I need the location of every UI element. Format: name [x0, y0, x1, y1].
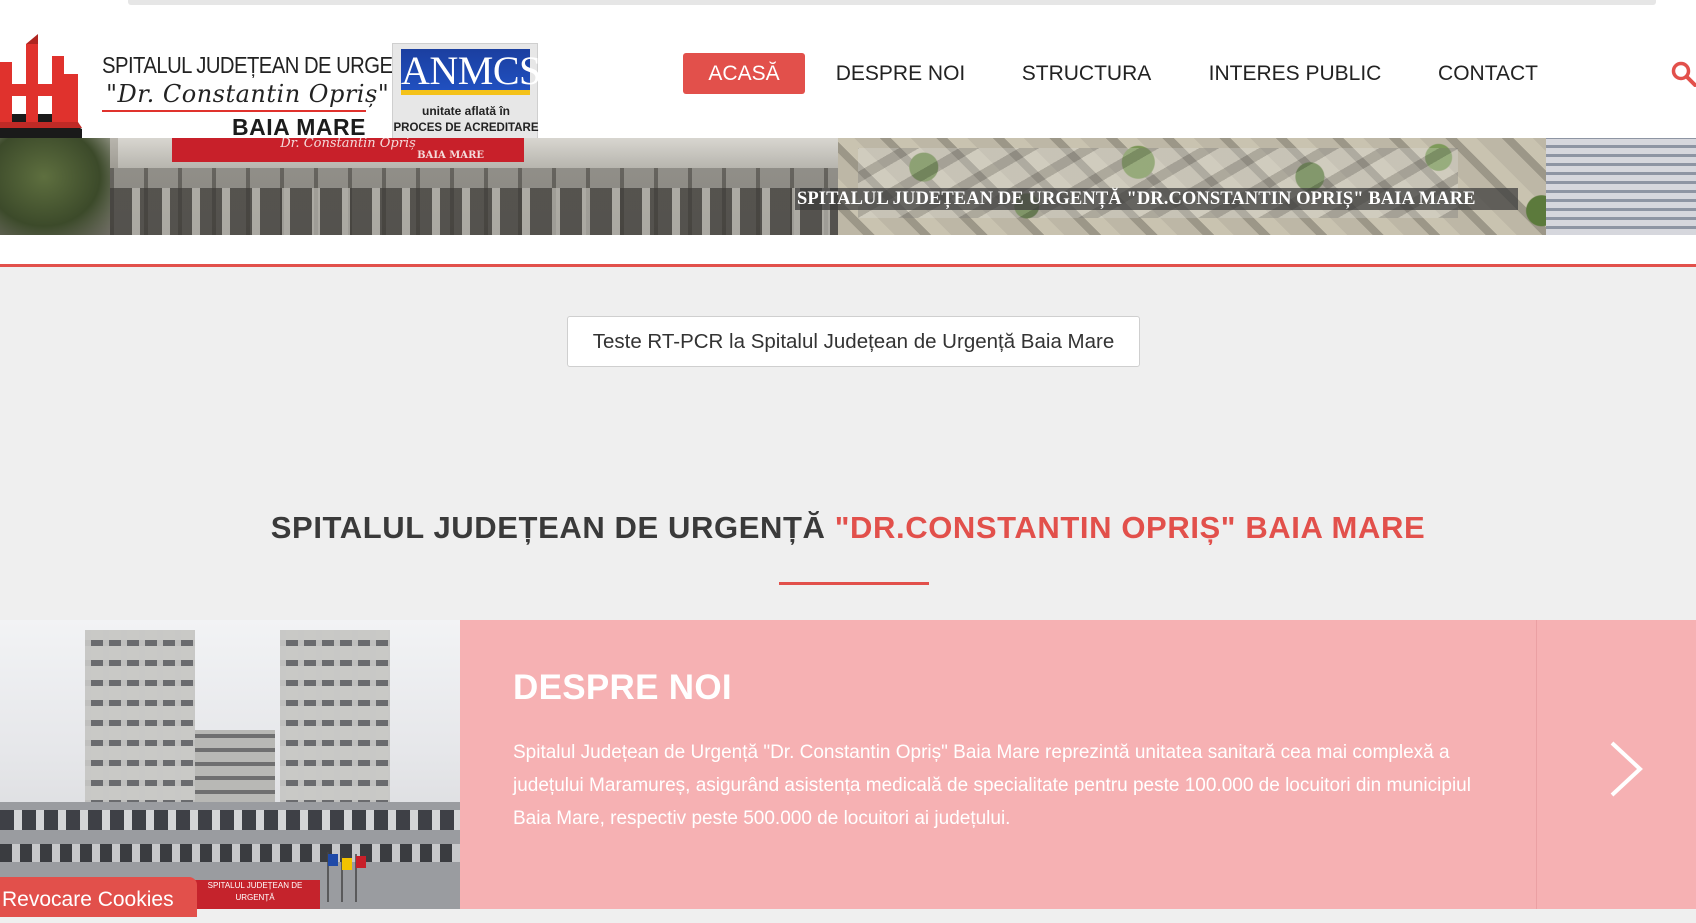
header-divider	[0, 264, 1696, 267]
banner-photo-entrance: Dr. Constantin Opriș BAIA MARE	[0, 138, 838, 235]
nav-item-interes-public[interactable]: INTERES PUBLIC	[1200, 53, 1390, 94]
section-title-red: "DR.CONSTANTIN OPRIȘ" BAIA MARE	[834, 510, 1426, 545]
spacer-strip	[0, 235, 1696, 264]
nav-item-structura[interactable]: STRUCTURA	[1014, 53, 1159, 94]
top-edge	[0, 0, 1696, 10]
chevron-right-icon[interactable]	[1608, 740, 1644, 798]
flags-icon	[327, 852, 366, 902]
site-header: SPITALUL JUDEȚEAN DE URGENȚĂ "Dr. Consta…	[0, 10, 1696, 140]
photo-entrance-sign: SPITALUL JUDEȚEAN DE URGENȚĂ	[190, 880, 320, 909]
search-icon[interactable]	[1671, 61, 1696, 87]
about-heading[interactable]: DESPRE NOI	[513, 668, 732, 708]
about-panel-divider	[1536, 620, 1537, 909]
hospital-building-photo: SPITALUL JUDEȚEAN DE URGENȚĂ	[0, 620, 460, 909]
rt-pcr-notice-button[interactable]: Teste RT-PCR la Spitalul Județean de Urg…	[567, 316, 1140, 367]
about-description: Spitalul Județean de Urgență "Dr. Consta…	[513, 742, 1471, 829]
section-title: SPITALUL JUDEȚEAN DE URGENȚĂ "DR.CONSTAN…	[0, 510, 1696, 546]
banner-photo-aerial	[838, 138, 1696, 235]
banner-entrance-sign: Dr. Constantin Opriș BAIA MARE	[172, 138, 524, 162]
title-underline	[779, 582, 929, 585]
nav-item-despre-noi[interactable]: DESPRE NOI	[828, 53, 973, 94]
section-title-dark: SPITALUL JUDEȚEAN DE URGENȚĂ	[270, 510, 835, 545]
nav-item-contact[interactable]: CONTACT	[1428, 53, 1548, 94]
hero-banner: Dr. Constantin Opriș BAIA MARE SPITALUL …	[0, 138, 1696, 235]
nav-item-acasa[interactable]: ACASĂ	[683, 53, 805, 94]
revoke-cookies-button[interactable]: Revocare Cookies	[0, 877, 197, 917]
banner-caption: SPITALUL JUDEȚEAN DE URGENȚĂ "DR.CONSTAN…	[795, 188, 1518, 210]
main-navigation: ACASĂ DESPRE NOI STRUCTURA INTERES PUBLI…	[0, 10, 1696, 138]
